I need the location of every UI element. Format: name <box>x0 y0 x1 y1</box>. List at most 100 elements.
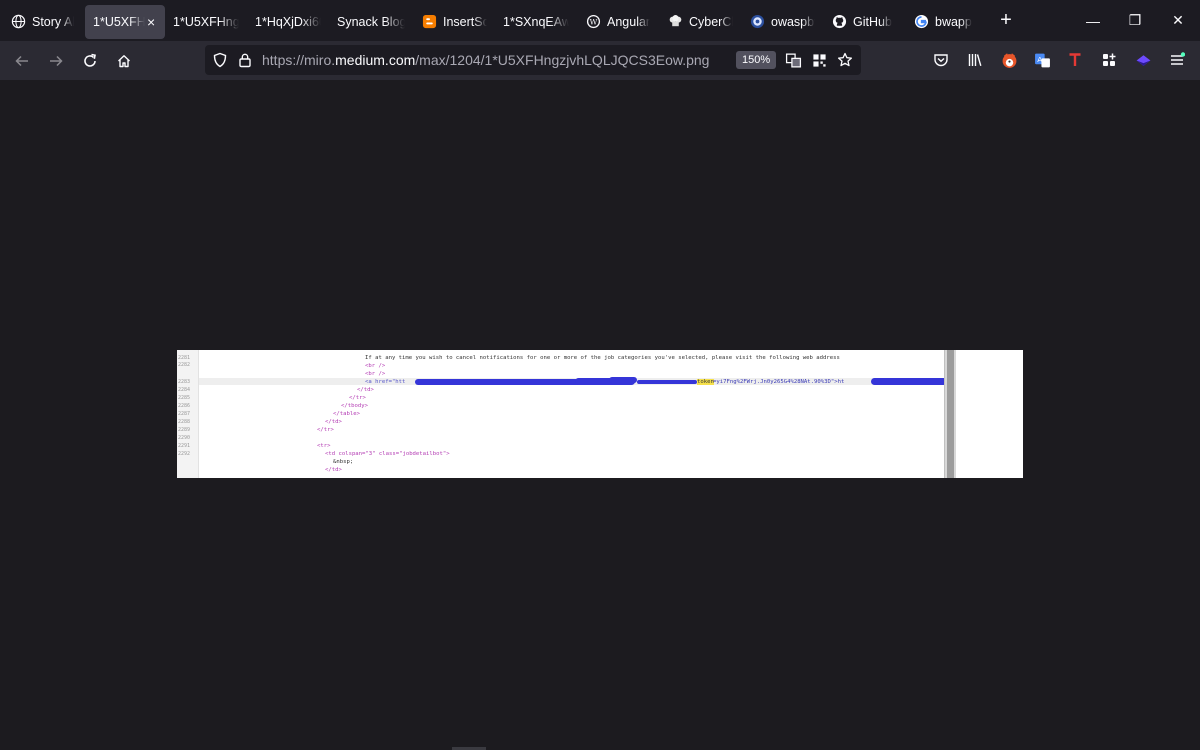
tab-label: 1*U5XFHng <box>173 14 239 29</box>
close-window-button[interactable]: ✕ <box>1157 0 1199 41</box>
arrow-left-icon <box>15 55 28 66</box>
pocket-icon[interactable] <box>928 47 954 73</box>
arrow-right-icon <box>50 55 63 66</box>
svg-text:W: W <box>589 17 597 26</box>
translator-extension-icon[interactable]: A <box>1029 47 1055 73</box>
code-tr-close: </tr> <box>317 427 334 433</box>
url-bar[interactable]: https://miro.medium.com/max/1204/1*U5XFH… <box>205 45 861 75</box>
proton-extension-icon[interactable] <box>1130 47 1156 73</box>
code-text-line: If at any time you wish to cancel notifi… <box>365 355 840 361</box>
line-number: 2289 <box>178 427 191 433</box>
close-tab-icon[interactable]: × <box>147 14 155 30</box>
code-anchor-tag: <a href="htt <box>365 379 406 385</box>
tab-7[interactable]: W Angular <box>577 5 659 39</box>
zoom-level-button[interactable]: 150% <box>736 51 777 69</box>
owasp-icon <box>749 14 765 30</box>
menu-icon[interactable] <box>1164 47 1190 73</box>
lock-icon[interactable] <box>232 47 258 73</box>
star-icon[interactable] <box>832 47 858 73</box>
reload-icon <box>84 53 96 67</box>
tab-label: 1*U5XFH <box>93 14 145 29</box>
scrollbar-thumb[interactable] <box>947 350 954 478</box>
redaction-mark <box>609 377 637 383</box>
code-token-highlight: token <box>697 379 714 385</box>
url-domain: medium.com <box>335 52 416 68</box>
qr-code-icon[interactable] <box>806 47 832 73</box>
tab-3[interactable]: 1*HqXjDxi60 <box>247 5 329 39</box>
minimize-button[interactable]: — <box>1072 0 1114 41</box>
line-number: 2288 <box>178 419 191 425</box>
line-number: 2291 <box>178 443 191 449</box>
forward-button[interactable] <box>39 46 73 76</box>
tab-6[interactable]: 1*SXnqEAwC <box>495 5 577 39</box>
reload-button[interactable] <box>73 46 107 76</box>
new-tab-button[interactable]: + <box>991 6 1021 36</box>
translate-icon[interactable] <box>780 47 806 73</box>
tab-label: CyberCh <box>689 14 733 29</box>
restore-button[interactable]: ❐ <box>1114 0 1156 41</box>
tab-10[interactable]: GitHub <box>823 5 905 39</box>
code-td-close: </td> <box>357 387 374 393</box>
tab-label: Synack Blog <box>337 14 405 29</box>
right-blank-pane <box>956 350 1023 478</box>
tab-label: InsertScr <box>443 14 487 29</box>
shield-icon[interactable] <box>207 47 233 73</box>
tab-4[interactable]: Synack Blog <box>329 5 413 39</box>
tab-8[interactable]: CyberCh <box>659 5 741 39</box>
tab-0[interactable]: Story Ab <box>2 5 82 39</box>
code-nbsp: &nbsp; <box>333 459 354 465</box>
redaction-mark <box>637 380 697 384</box>
home-icon <box>118 54 130 67</box>
code-tr-close: </tr> <box>349 395 366 401</box>
extensions-grid-icon[interactable] <box>1096 47 1122 73</box>
tab-5[interactable]: InsertScr <box>413 5 495 39</box>
google-icon <box>913 14 929 30</box>
wordpress-icon: W <box>585 14 601 30</box>
source-code-image: 2281 2282 2283 2284 2285 2286 2287 2288 … <box>177 350 1023 478</box>
redaction-mark <box>871 378 947 385</box>
tab-label: 1*SXnqEAwC <box>503 14 569 29</box>
tab-label: Story Ab <box>32 14 74 29</box>
tab-label: Angular <box>607 14 651 29</box>
tab-strip: Story Ab 1*U5XFH × 1*U5XFHng 1*HqXjDxi60… <box>0 0 1200 41</box>
line-number: 2285 <box>178 395 191 401</box>
line-number: 2282 <box>178 362 191 368</box>
code-tr-open: <tr> <box>317 443 331 449</box>
extension-fox-icon[interactable] <box>996 47 1022 73</box>
code-td-close: </td> <box>325 467 342 473</box>
code-br-tag: <br /> <box>365 363 386 369</box>
t-extension-icon[interactable] <box>1062 47 1088 73</box>
code-tbody-close: </tbody> <box>341 403 368 409</box>
tab-label: bwapp <box>935 14 972 29</box>
home-button[interactable] <box>107 46 141 76</box>
globe-icon <box>10 14 26 30</box>
tab-1-active[interactable]: 1*U5XFH × <box>85 4 165 39</box>
url-prefix: https://miro. <box>262 52 336 68</box>
line-number: 2287 <box>178 411 191 417</box>
line-number: 2290 <box>178 435 191 441</box>
library-icon[interactable] <box>962 47 988 73</box>
tab-label: GitHub <box>853 14 892 29</box>
line-number: 2292 <box>178 451 191 457</box>
tab-2[interactable]: 1*U5XFHng <box>165 5 247 39</box>
code-br-tag: <br /> <box>365 371 386 377</box>
tab-9[interactable]: owaspbw <box>741 5 823 39</box>
code-token-value: =yi7Fng%2FWrj.Jn0y265G4%28NAt.90%3D">ht <box>713 379 845 385</box>
tab-label: 1*HqXjDxi60 <box>255 14 321 29</box>
tab-11[interactable]: bwapp <box>905 5 987 39</box>
url-text[interactable]: https://miro.medium.com/max/1204/1*U5XFH… <box>262 52 709 68</box>
line-number: 2286 <box>178 403 191 409</box>
tab-label: owaspbw <box>771 14 815 29</box>
line-number-gutter: 2281 2282 2283 2284 2285 2286 2287 2288 … <box>177 350 199 478</box>
code-scrollbar[interactable] <box>944 350 956 478</box>
chef-icon <box>667 14 683 30</box>
line-number: 2281 <box>178 355 191 361</box>
url-path: /max/1204/1*U5XFHngzjvhLQLJQCS3Eow.png <box>415 52 710 68</box>
code-td-open: <td colspan="3" class="jobdetailbot"> <box>325 451 450 457</box>
blogger-icon <box>421 14 437 30</box>
github-icon <box>831 14 847 30</box>
back-button[interactable] <box>5 46 39 76</box>
code-table-close: </table> <box>333 411 360 417</box>
line-number: 2284 <box>178 387 191 393</box>
line-number: 2283 <box>178 379 191 385</box>
